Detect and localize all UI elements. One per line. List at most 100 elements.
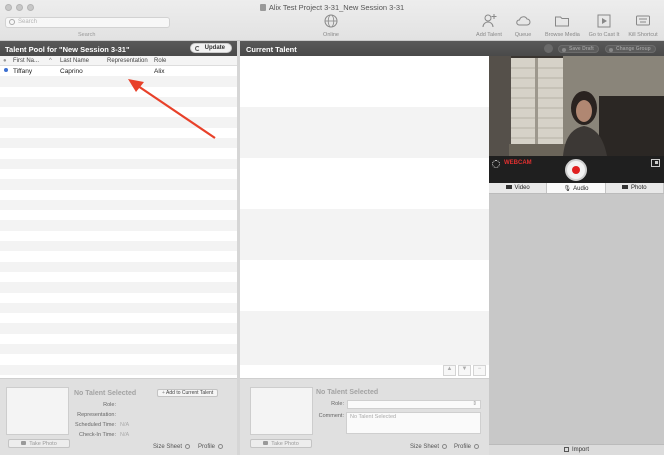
import-icon <box>563 447 569 452</box>
change-group-button[interactable]: Change Group <box>605 45 656 53</box>
camera-icon <box>263 441 269 445</box>
current-size-sheet-label: Size Sheet <box>410 444 440 450</box>
comment-label: Comment: <box>318 413 344 419</box>
size-sheet-circle-icon <box>442 444 448 449</box>
comment-field[interactable]: No Talent Selected <box>346 412 481 434</box>
save-draft-button[interactable]: Save Draft <box>558 45 599 53</box>
size-sheet-link[interactable]: Size Sheet <box>153 444 191 450</box>
status-indicator-icon <box>544 44 553 53</box>
annotation-arrow <box>128 79 216 139</box>
record-dot-icon <box>572 166 580 174</box>
browse-media-button[interactable]: Browse Media <box>545 13 580 38</box>
current-profile-link[interactable]: Profile <box>454 444 480 450</box>
check-in-time-value: N/A <box>120 432 130 438</box>
empty-table-row <box>0 190 237 200</box>
current-talent-slot[interactable] <box>240 209 489 260</box>
profile-circle-icon <box>218 444 224 449</box>
no-talent-selected-label: No Talent Selected <box>74 390 137 397</box>
kill-shortcut-label: Kill Shortcut <box>628 32 658 38</box>
empty-table-row <box>0 344 237 355</box>
webcam-preview <box>489 56 664 156</box>
gear-icon[interactable] <box>492 160 500 168</box>
add-person-icon <box>482 14 497 28</box>
profile-link[interactable]: Profile <box>198 444 224 450</box>
talent-table-header: ● First Na... ^ Last Name Representation… <box>0 56 237 66</box>
folder-icon <box>555 16 569 27</box>
queue-button[interactable]: Queue <box>506 13 540 38</box>
media-tabs: Video 🎙︎ Audio Photo <box>489 183 664 194</box>
profile-circle-icon <box>474 444 480 449</box>
size-sheet-label: Size Sheet <box>153 444 183 450</box>
record-controls: WEBCAM <box>489 156 664 183</box>
empty-table-row <box>0 241 237 252</box>
current-profile-label: Profile <box>454 444 472 450</box>
empty-table-row <box>0 364 237 375</box>
tab-photo[interactable]: Photo <box>606 183 664 193</box>
online-button[interactable]: Online <box>314 13 348 38</box>
current-size-sheet-link[interactable]: Size Sheet <box>410 444 448 450</box>
search-icon <box>9 19 15 25</box>
scheduled-time-label: Scheduled Time: <box>75 422 116 428</box>
go-to-cast-it-button[interactable]: Go to Cast It <box>587 13 621 38</box>
column-role[interactable]: Role <box>154 58 166 64</box>
change-group-icon <box>609 47 613 52</box>
left-detail-panel: Take Photo No Talent Selected + Add to C… <box>0 378 237 455</box>
tab-audio[interactable]: 🎙︎ Audio <box>547 183 606 193</box>
online-label: Online <box>323 32 339 38</box>
column-representation[interactable]: Representation <box>107 58 148 64</box>
role-select[interactable]: ⇕ <box>347 400 481 409</box>
talent-photo-placeholder <box>6 387 69 435</box>
queue-label: Queue <box>514 32 532 38</box>
chevron-updown-icon: ⇕ <box>472 401 477 407</box>
record-button[interactable] <box>565 159 587 181</box>
update-label: Update <box>204 45 225 51</box>
current-talent-pane: Current Talent Save Draft Change Group ▲… <box>240 41 664 455</box>
save-draft-label: Save Draft <box>569 46 594 52</box>
status-column-header[interactable]: ● <box>3 58 7 64</box>
empty-table-row <box>0 169 237 179</box>
current-talent-slot[interactable] <box>240 107 489 158</box>
tab-video[interactable]: Video <box>489 183 548 193</box>
scheduled-time-value: N/A <box>120 422 130 428</box>
import-button[interactable]: Import <box>489 444 664 455</box>
column-last-name[interactable]: Last Name <box>60 58 89 64</box>
move-up-button[interactable]: ▲ <box>443 365 456 376</box>
empty-table-row <box>0 231 237 241</box>
take-photo-button[interactable]: Take Photo <box>8 439 70 448</box>
current-talent-slot[interactable] <box>240 158 489 209</box>
empty-table-row <box>0 272 237 282</box>
talent-pool-pane: Talent Pool for "New Session 3-31" Updat… <box>0 41 237 455</box>
move-down-button[interactable]: ▼ <box>458 365 471 376</box>
representation-field-label: Representation: <box>77 412 116 418</box>
add-to-current-talent-button[interactable]: + Add to Current Talent <box>157 389 219 397</box>
add-talent-button[interactable]: Add Talent <box>472 13 506 38</box>
current-take-photo-button[interactable]: Take Photo <box>250 439 312 448</box>
search-field[interactable]: Search <box>5 17 170 28</box>
cloud-icon <box>516 16 531 26</box>
microphone-icon: 🎙︎ <box>563 186 572 192</box>
current-take-photo-label: Take Photo <box>271 441 299 447</box>
update-button[interactable]: Update <box>189 43 232 53</box>
picture-in-picture-icon[interactable] <box>651 159 660 167</box>
add-talent-label: Add Talent <box>476 32 502 38</box>
current-talent-header: Current Talent Save Draft Change Group <box>240 41 664 56</box>
empty-table-row <box>0 251 237 261</box>
globe-icon <box>324 14 338 28</box>
tab-video-label: Video <box>514 185 530 191</box>
current-talent-slot[interactable] <box>240 260 489 311</box>
camera-icon <box>621 185 628 189</box>
column-first-name[interactable]: First Na... <box>13 58 39 64</box>
search-caption: Search <box>78 32 96 38</box>
current-talent-slot[interactable] <box>240 56 489 107</box>
current-role-label: Role: <box>331 401 344 407</box>
change-group-label: Change Group <box>616 46 651 52</box>
search-placeholder: Search <box>18 19 38 25</box>
remove-button[interactable]: − <box>473 365 486 376</box>
window-title-text: Alix Test Project 3-31_New Session 3-31 <box>268 3 405 12</box>
document-icon <box>259 4 266 11</box>
empty-table-row <box>0 179 237 190</box>
current-talent-slot[interactable] <box>240 311 489 365</box>
title-bar: Alix Test Project 3-31_New Session 3-31 … <box>0 0 664 41</box>
empty-table-row <box>0 293 237 303</box>
kill-shortcut-button[interactable]: Kill Shortcut <box>626 13 660 38</box>
